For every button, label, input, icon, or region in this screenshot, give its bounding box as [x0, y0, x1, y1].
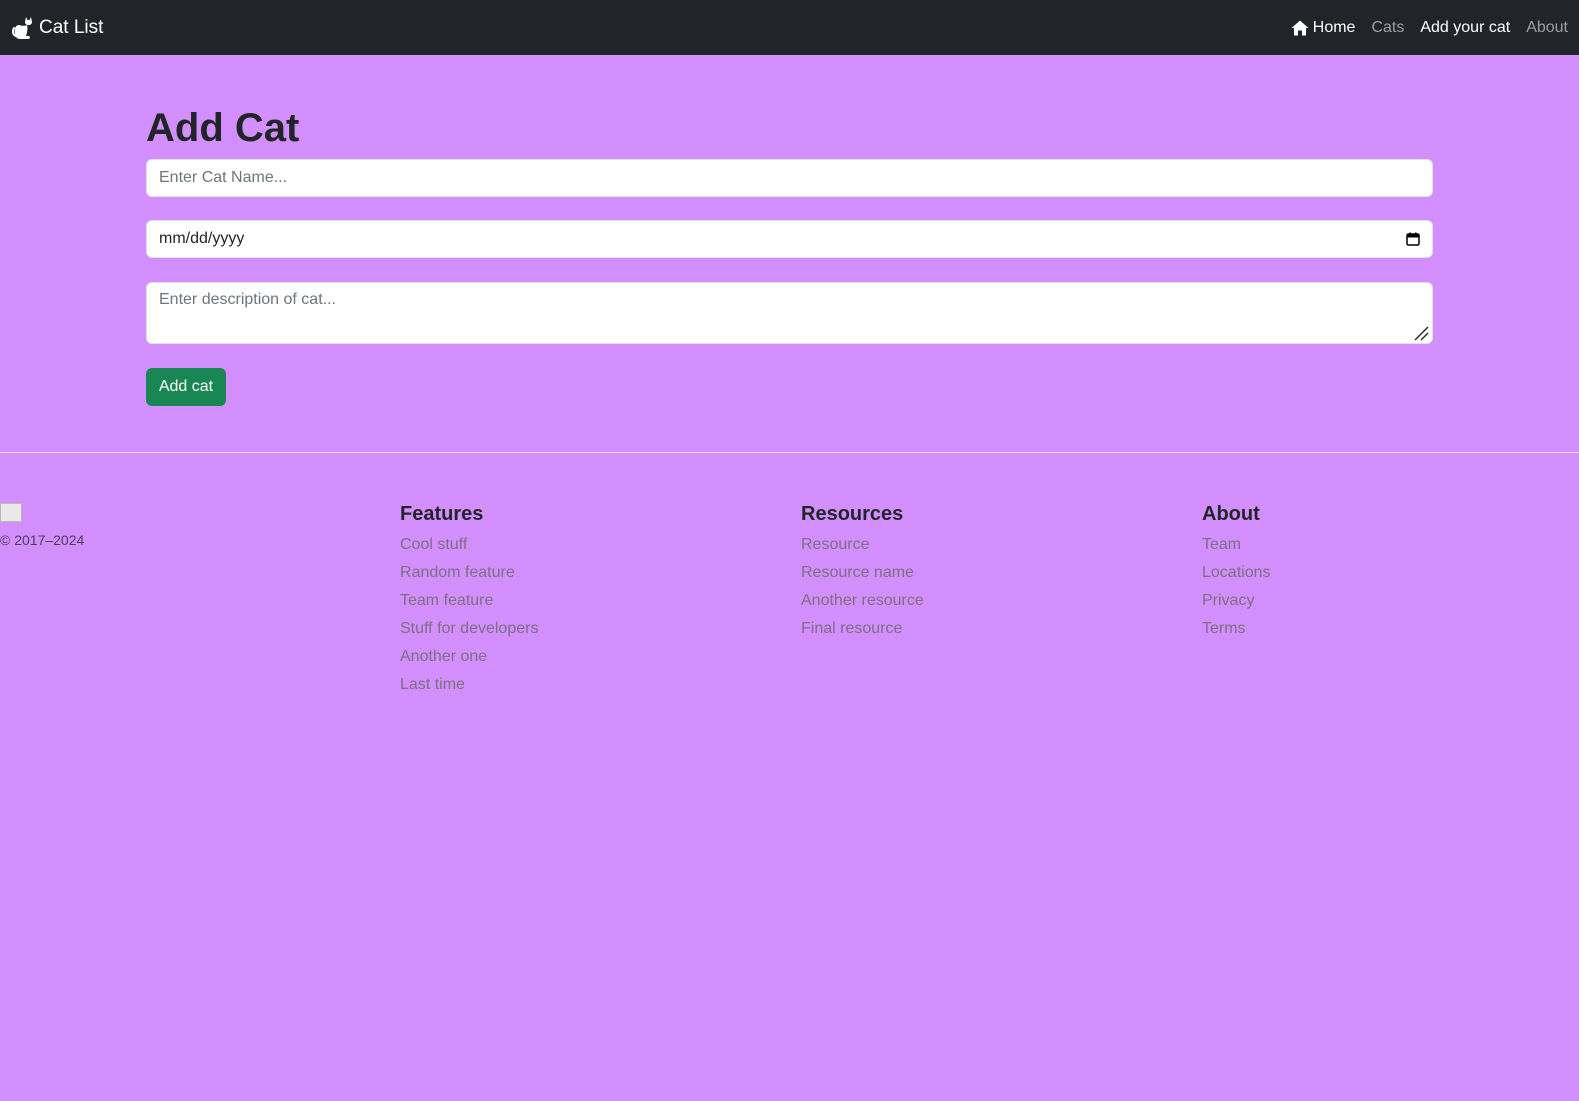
add-cat-button[interactable]: Add cat: [146, 368, 226, 406]
nav-home[interactable]: Home: [1291, 19, 1356, 37]
description-textarea[interactable]: [146, 282, 1433, 344]
footer-link[interactable]: Stuff for developers: [400, 620, 538, 637]
house-icon: [1291, 20, 1309, 36]
footer-link[interactable]: Another resource: [801, 592, 924, 609]
page-title: Add Cat: [146, 106, 300, 150]
footer-features-column: Features Cool stuff Random feature Team …: [400, 500, 538, 699]
footer-link[interactable]: Locations: [1202, 564, 1271, 581]
footer-about-column: About Team Locations Privacy Terms: [1202, 500, 1271, 643]
cat-icon: [12, 17, 32, 39]
footer-link[interactable]: Random feature: [400, 564, 515, 581]
footer-divider: [0, 452, 1579, 453]
resize-handle-icon[interactable]: [1413, 325, 1429, 341]
footer-link[interactable]: Final resource: [801, 620, 902, 637]
birthdate-input[interactable]: mm/dd/yyyy: [146, 220, 1433, 258]
nav-cats[interactable]: Cats: [1371, 19, 1404, 37]
top-navbar: Cat List Home Cats Add your cat About: [0, 0, 1579, 55]
footer-link[interactable]: Resource name: [801, 564, 914, 581]
brand-title: Cat List: [39, 17, 104, 38]
footer-features-heading: Features: [400, 503, 484, 525]
date-value: mm/dd/yyyy: [159, 230, 245, 247]
footer-link[interactable]: Team: [1202, 536, 1241, 553]
footer-link[interactable]: Last time: [400, 676, 465, 693]
nav-home-label: Home: [1312, 19, 1356, 36]
footer-link[interactable]: Another one: [400, 648, 487, 665]
copyright-text: © 2017–2024: [0, 532, 85, 548]
footer-about-heading: About: [1202, 503, 1260, 525]
cat-name-input[interactable]: [146, 159, 1433, 197]
brand-link[interactable]: Cat List: [12, 14, 103, 42]
footer-resources-column: Resources Resource Resource name Another…: [801, 500, 924, 643]
footer-link[interactable]: Privacy: [1202, 592, 1254, 609]
footer-link[interactable]: Cool stuff: [400, 536, 467, 553]
nav-about[interactable]: About: [1526, 19, 1568, 37]
nav-links: Home Cats Add your cat About: [1291, 16, 1568, 40]
footer-link[interactable]: Resource: [801, 536, 869, 553]
footer-logo-image: [0, 503, 22, 522]
footer-resources-heading: Resources: [801, 503, 904, 525]
nav-add-your-cat[interactable]: Add your cat: [1420, 19, 1510, 37]
footer-link[interactable]: Team feature: [400, 592, 493, 609]
footer-link[interactable]: Terms: [1202, 620, 1246, 637]
calendar-icon[interactable]: [1406, 232, 1420, 246]
